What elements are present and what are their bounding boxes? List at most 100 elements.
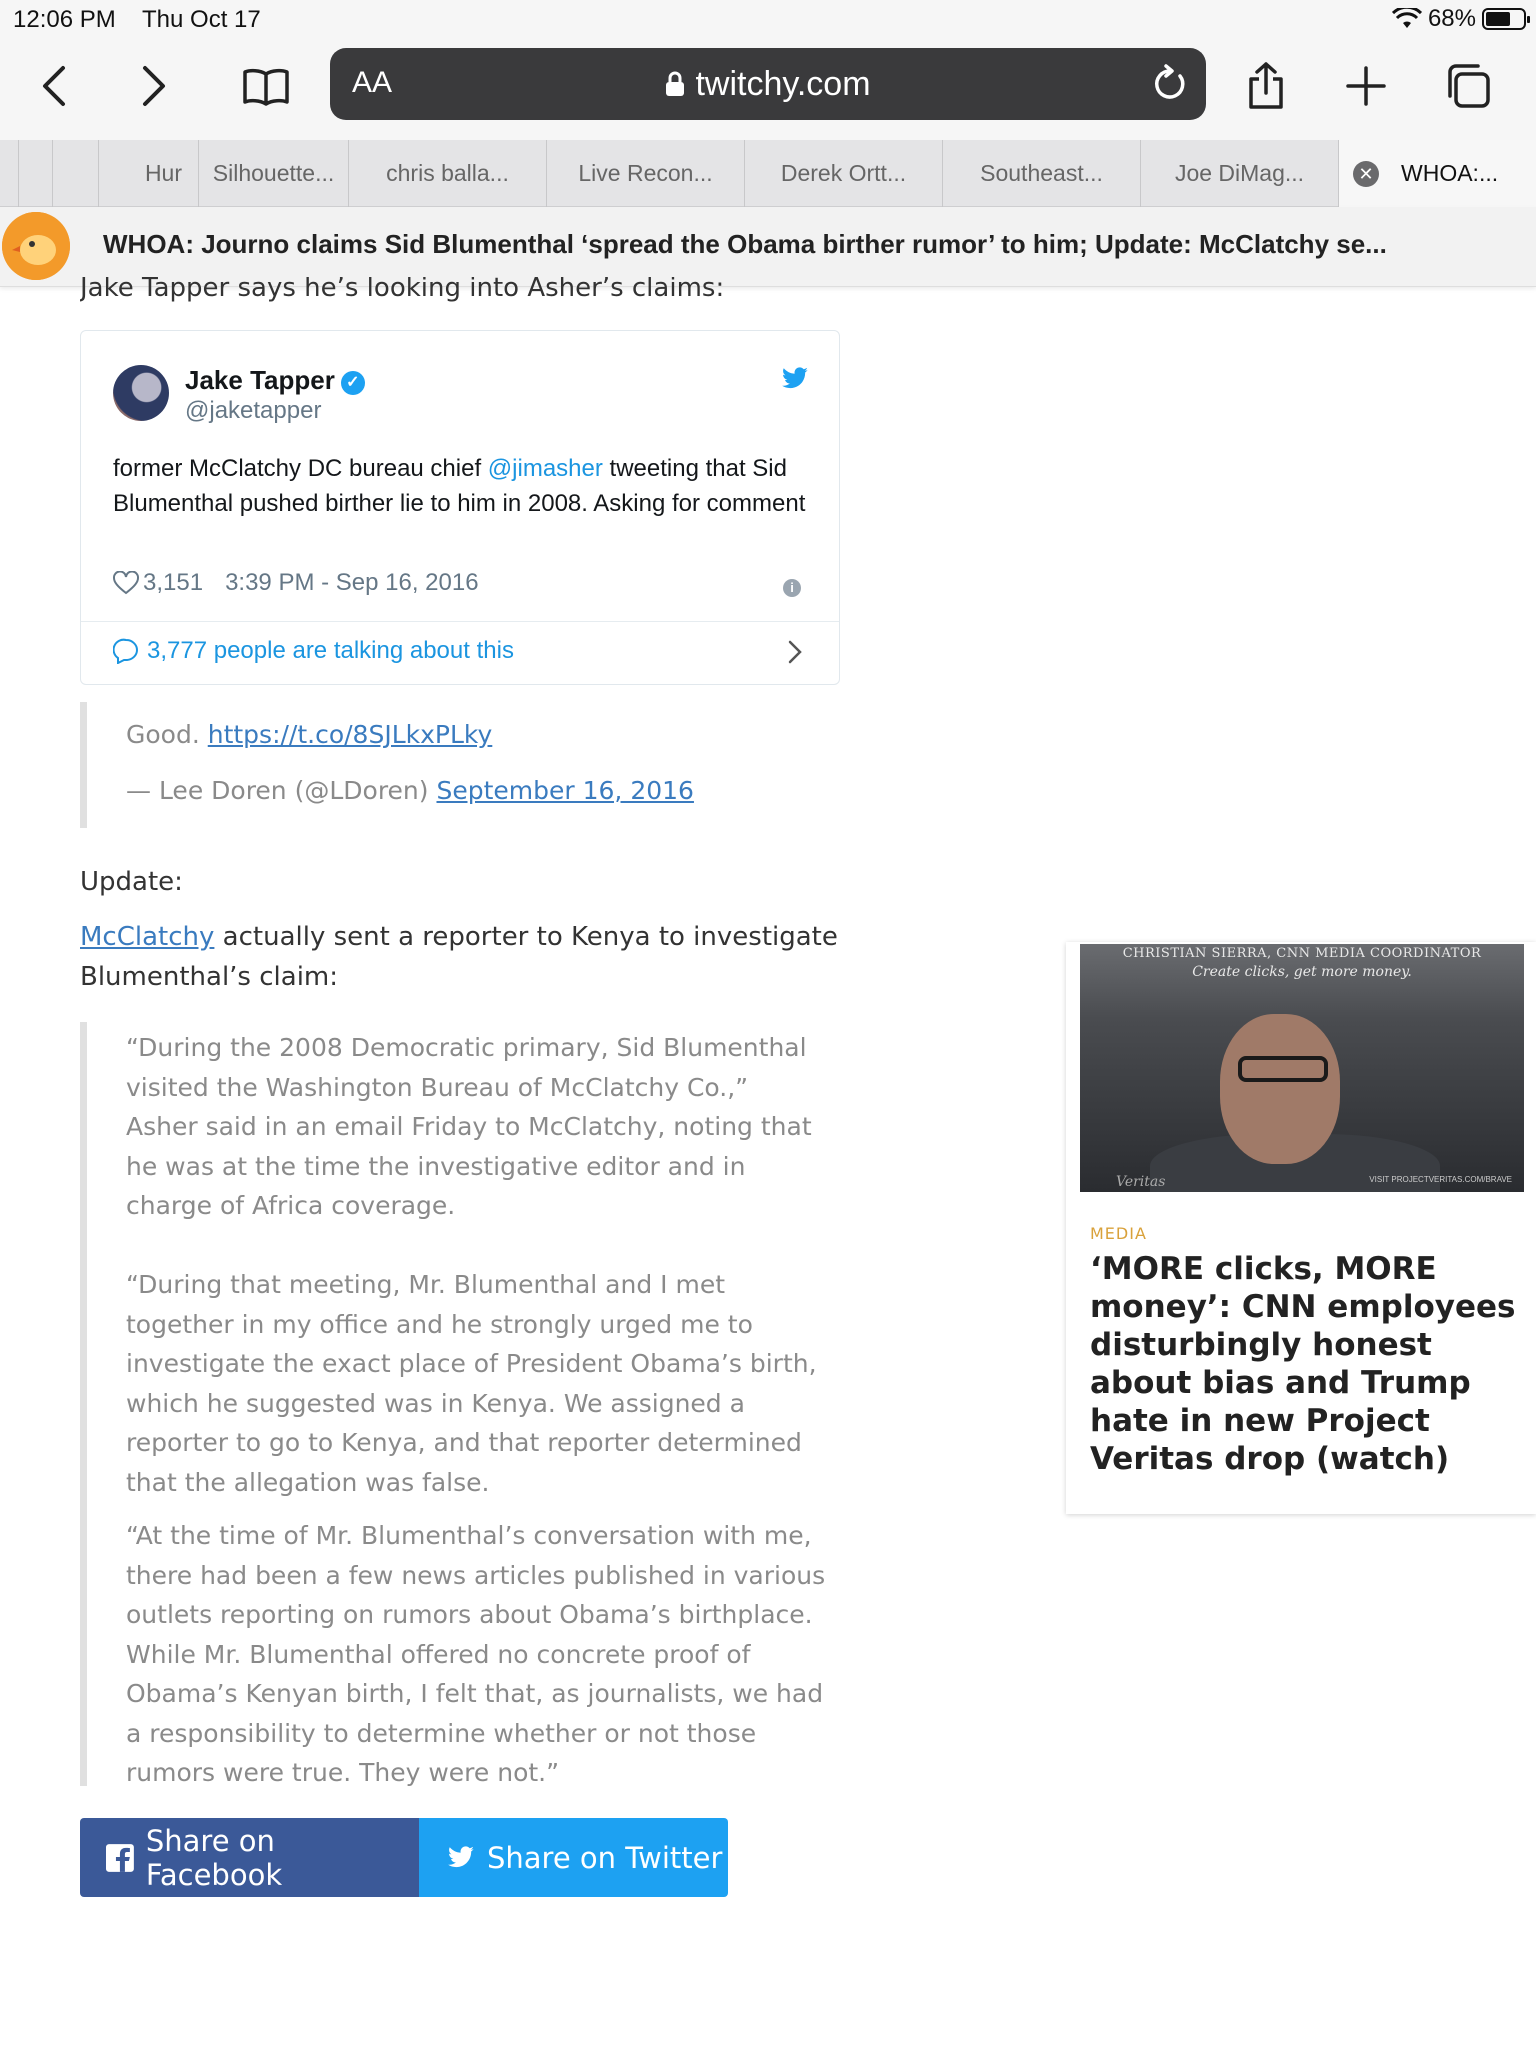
forward-button[interactable] bbox=[124, 56, 184, 116]
mcclatchy-paragraph: McClatchy actually sent a reporter to Ke… bbox=[80, 917, 840, 997]
thumbnail-subcaption: Create clicks, get more money. bbox=[1192, 964, 1412, 980]
tweet-text: former McClatchy DC bureau chief @jimash… bbox=[113, 451, 813, 521]
tab-whoa-active[interactable]: ✕ WHOA:... bbox=[1338, 140, 1536, 207]
thumbnail-url-watermark: VISIT PROJECTVERITAS.COM/BRAVE bbox=[1369, 1175, 1512, 1184]
info-icon[interactable]: i bbox=[783, 579, 801, 597]
tweet-text-part: former McClatchy DC bureau chief bbox=[113, 455, 488, 482]
tab-label: Derek Ortt... bbox=[780, 160, 907, 186]
tab-label: chris balla... bbox=[386, 160, 509, 186]
tab-silhouette[interactable]: Silhouette... bbox=[198, 140, 348, 207]
conversation-text: 3,777 people are talking about this bbox=[147, 637, 514, 664]
plus-icon bbox=[1346, 66, 1386, 106]
tab-live-recon[interactable]: Live Recon... bbox=[546, 140, 744, 207]
bookmarks-button[interactable] bbox=[236, 56, 296, 116]
thumbnail-face bbox=[1220, 1014, 1340, 1164]
like-button[interactable]: 3,151 bbox=[113, 569, 203, 597]
intro-text: Jake Tapper says he’s looking into Asher… bbox=[80, 277, 725, 303]
tab-label: Silhouette... bbox=[212, 160, 335, 186]
category-label[interactable]: MEDIA bbox=[1090, 1224, 1147, 1243]
article-intro: Jake Tapper says he’s looking into Asher… bbox=[80, 277, 724, 311]
author-name-text: Jake Tapper bbox=[185, 365, 335, 395]
share-icon bbox=[1249, 62, 1283, 109]
tab-joe-dimag[interactable]: Joe DiMag... bbox=[1140, 140, 1338, 207]
share-twitter-button[interactable]: Share on Twitter bbox=[419, 1818, 728, 1897]
avatar[interactable] bbox=[113, 365, 169, 421]
tab-southeast[interactable]: Southeast... bbox=[942, 140, 1140, 207]
chevron-right-icon bbox=[143, 66, 165, 106]
site-header: WHOA: Journo claims Sid Blumenthal ‘spre… bbox=[0, 207, 1536, 287]
related-article-card[interactable]: CHRISTIAN SIERRA, CNN MEDIA COORDINATOR … bbox=[1066, 942, 1536, 1514]
mcclatchy-link[interactable]: McClatchy bbox=[80, 922, 214, 952]
thumbnail-watermark: Veritas bbox=[1116, 1174, 1166, 1190]
article-thumbnail[interactable]: CHRISTIAN SIERRA, CNN MEDIA COORDINATOR … bbox=[1080, 944, 1524, 1192]
tab-chris-balla[interactable]: chris balla... bbox=[348, 140, 546, 207]
date-link[interactable]: September 16, 2016 bbox=[436, 776, 693, 805]
thumbnail-caption: CHRISTIAN SIERRA, CNN MEDIA COORDINATOR bbox=[1122, 946, 1482, 961]
blockquote-asher: “During the 2008 Democratic primary, Sid… bbox=[80, 1022, 840, 1787]
wifi-icon bbox=[1391, 8, 1422, 28]
verified-badge-icon: ✓ bbox=[340, 371, 365, 395]
tweet-author-name[interactable]: Jake Tapper ✓ bbox=[185, 365, 365, 396]
chevron-right-icon[interactable] bbox=[787, 639, 803, 665]
twitter-bird-icon[interactable] bbox=[781, 367, 809, 391]
chevron-left-icon bbox=[43, 66, 65, 106]
status-date: Thu Oct 17 bbox=[142, 6, 261, 33]
tweet-meta: 3,151 3:39 PM - Sep 16, 2016 bbox=[113, 569, 479, 597]
tab-stacked-2[interactable] bbox=[52, 140, 98, 207]
blockquote-tweet: Good. https://t.co/8SJLkxPLky — Lee Dore… bbox=[80, 702, 840, 828]
tab-hur[interactable]: Hur bbox=[98, 140, 198, 207]
facebook-icon bbox=[106, 1843, 134, 1872]
tab-label: Joe DiMag... bbox=[1174, 160, 1305, 186]
tweet-divider bbox=[81, 621, 839, 622]
twitter-bird-icon bbox=[448, 1845, 474, 1867]
tab-strip: Hur Silhouette... chris balla... Live Re… bbox=[0, 140, 1536, 207]
new-tab-button[interactable] bbox=[1336, 56, 1396, 116]
url-host: twitchy.com bbox=[695, 65, 871, 103]
tabs-overview-button[interactable] bbox=[1438, 56, 1498, 116]
quote-paragraph: “At the time of Mr. Blumenthal’s convers… bbox=[126, 1521, 826, 1787]
card-headline[interactable]: ‘MORE clicks, MORE money’: CNN employees… bbox=[1090, 1250, 1520, 1478]
share-facebook-button[interactable]: Share on Facebook bbox=[80, 1818, 419, 1897]
quote-text: Good. bbox=[126, 720, 208, 749]
tab-label: Southeast... bbox=[980, 160, 1103, 186]
book-icon bbox=[243, 68, 289, 106]
browser-toolbar: AA twitchy.com bbox=[0, 40, 1536, 140]
tab-stacked-1[interactable] bbox=[18, 140, 52, 207]
status-bar: 12:06 PM Thu Oct 17 68% bbox=[0, 0, 1536, 40]
tweet-timestamp[interactable]: 3:39 PM - Sep 16, 2016 bbox=[225, 569, 479, 597]
tab-label: Hur bbox=[144, 160, 182, 186]
twitchy-logo[interactable] bbox=[2, 212, 70, 280]
site-header-title[interactable]: WHOA: Journo claims Sid Blumenthal ‘spre… bbox=[103, 229, 1387, 260]
mention-link[interactable]: @jimasher bbox=[488, 455, 603, 482]
tweet-author-handle[interactable]: @jaketapper bbox=[185, 397, 321, 425]
tabs-icon bbox=[1448, 64, 1490, 108]
thumbnail-glasses bbox=[1238, 1056, 1328, 1082]
embedded-tweet[interactable]: Jake Tapper ✓ @jaketapper former McClatch… bbox=[80, 330, 840, 685]
close-tab-icon[interactable]: ✕ bbox=[1353, 160, 1379, 187]
like-count: 3,151 bbox=[143, 569, 204, 596]
quote-attribution: — Lee Doren (@LDoren) September 16, 2016 bbox=[126, 772, 694, 810]
heart-icon bbox=[113, 571, 139, 595]
share-twitter-label: Share on Twitter bbox=[487, 1840, 723, 1875]
update-label: Update: bbox=[80, 867, 183, 897]
quote-line: Good. https://t.co/8SJLkxPLky bbox=[126, 716, 492, 754]
quote-paragraph: “During that meeting, Mr. Blumenthal and… bbox=[126, 1270, 817, 1497]
status-time: 12:06 PM bbox=[13, 6, 116, 33]
battery-icon bbox=[1482, 8, 1530, 30]
quote-paragraph: “During the 2008 Democratic primary, Sid… bbox=[126, 1033, 812, 1220]
tco-link[interactable]: https://t.co/8SJLkxPLky bbox=[208, 720, 493, 749]
back-button[interactable] bbox=[24, 56, 84, 116]
speech-bubble-icon bbox=[113, 638, 138, 664]
share-facebook-label: Share on Facebook bbox=[145, 1823, 283, 1892]
battery-percent: 68% bbox=[1427, 5, 1476, 32]
attribution-text: — Lee Doren (@LDoren) bbox=[126, 776, 437, 805]
bird-logo-icon bbox=[2, 212, 70, 280]
tab-derek-ortt[interactable]: Derek Ortt... bbox=[744, 140, 942, 207]
share-button[interactable] bbox=[1236, 56, 1296, 116]
tab-label: Live Recon... bbox=[578, 160, 713, 186]
tab-label: WHOA:... bbox=[1401, 160, 1499, 186]
reload-icon[interactable] bbox=[1152, 64, 1188, 104]
address-bar[interactable]: AA twitchy.com bbox=[330, 48, 1206, 120]
lock-icon bbox=[666, 71, 685, 96]
tweet-conversation-link[interactable]: 3,777 people are talking about this bbox=[113, 637, 514, 665]
